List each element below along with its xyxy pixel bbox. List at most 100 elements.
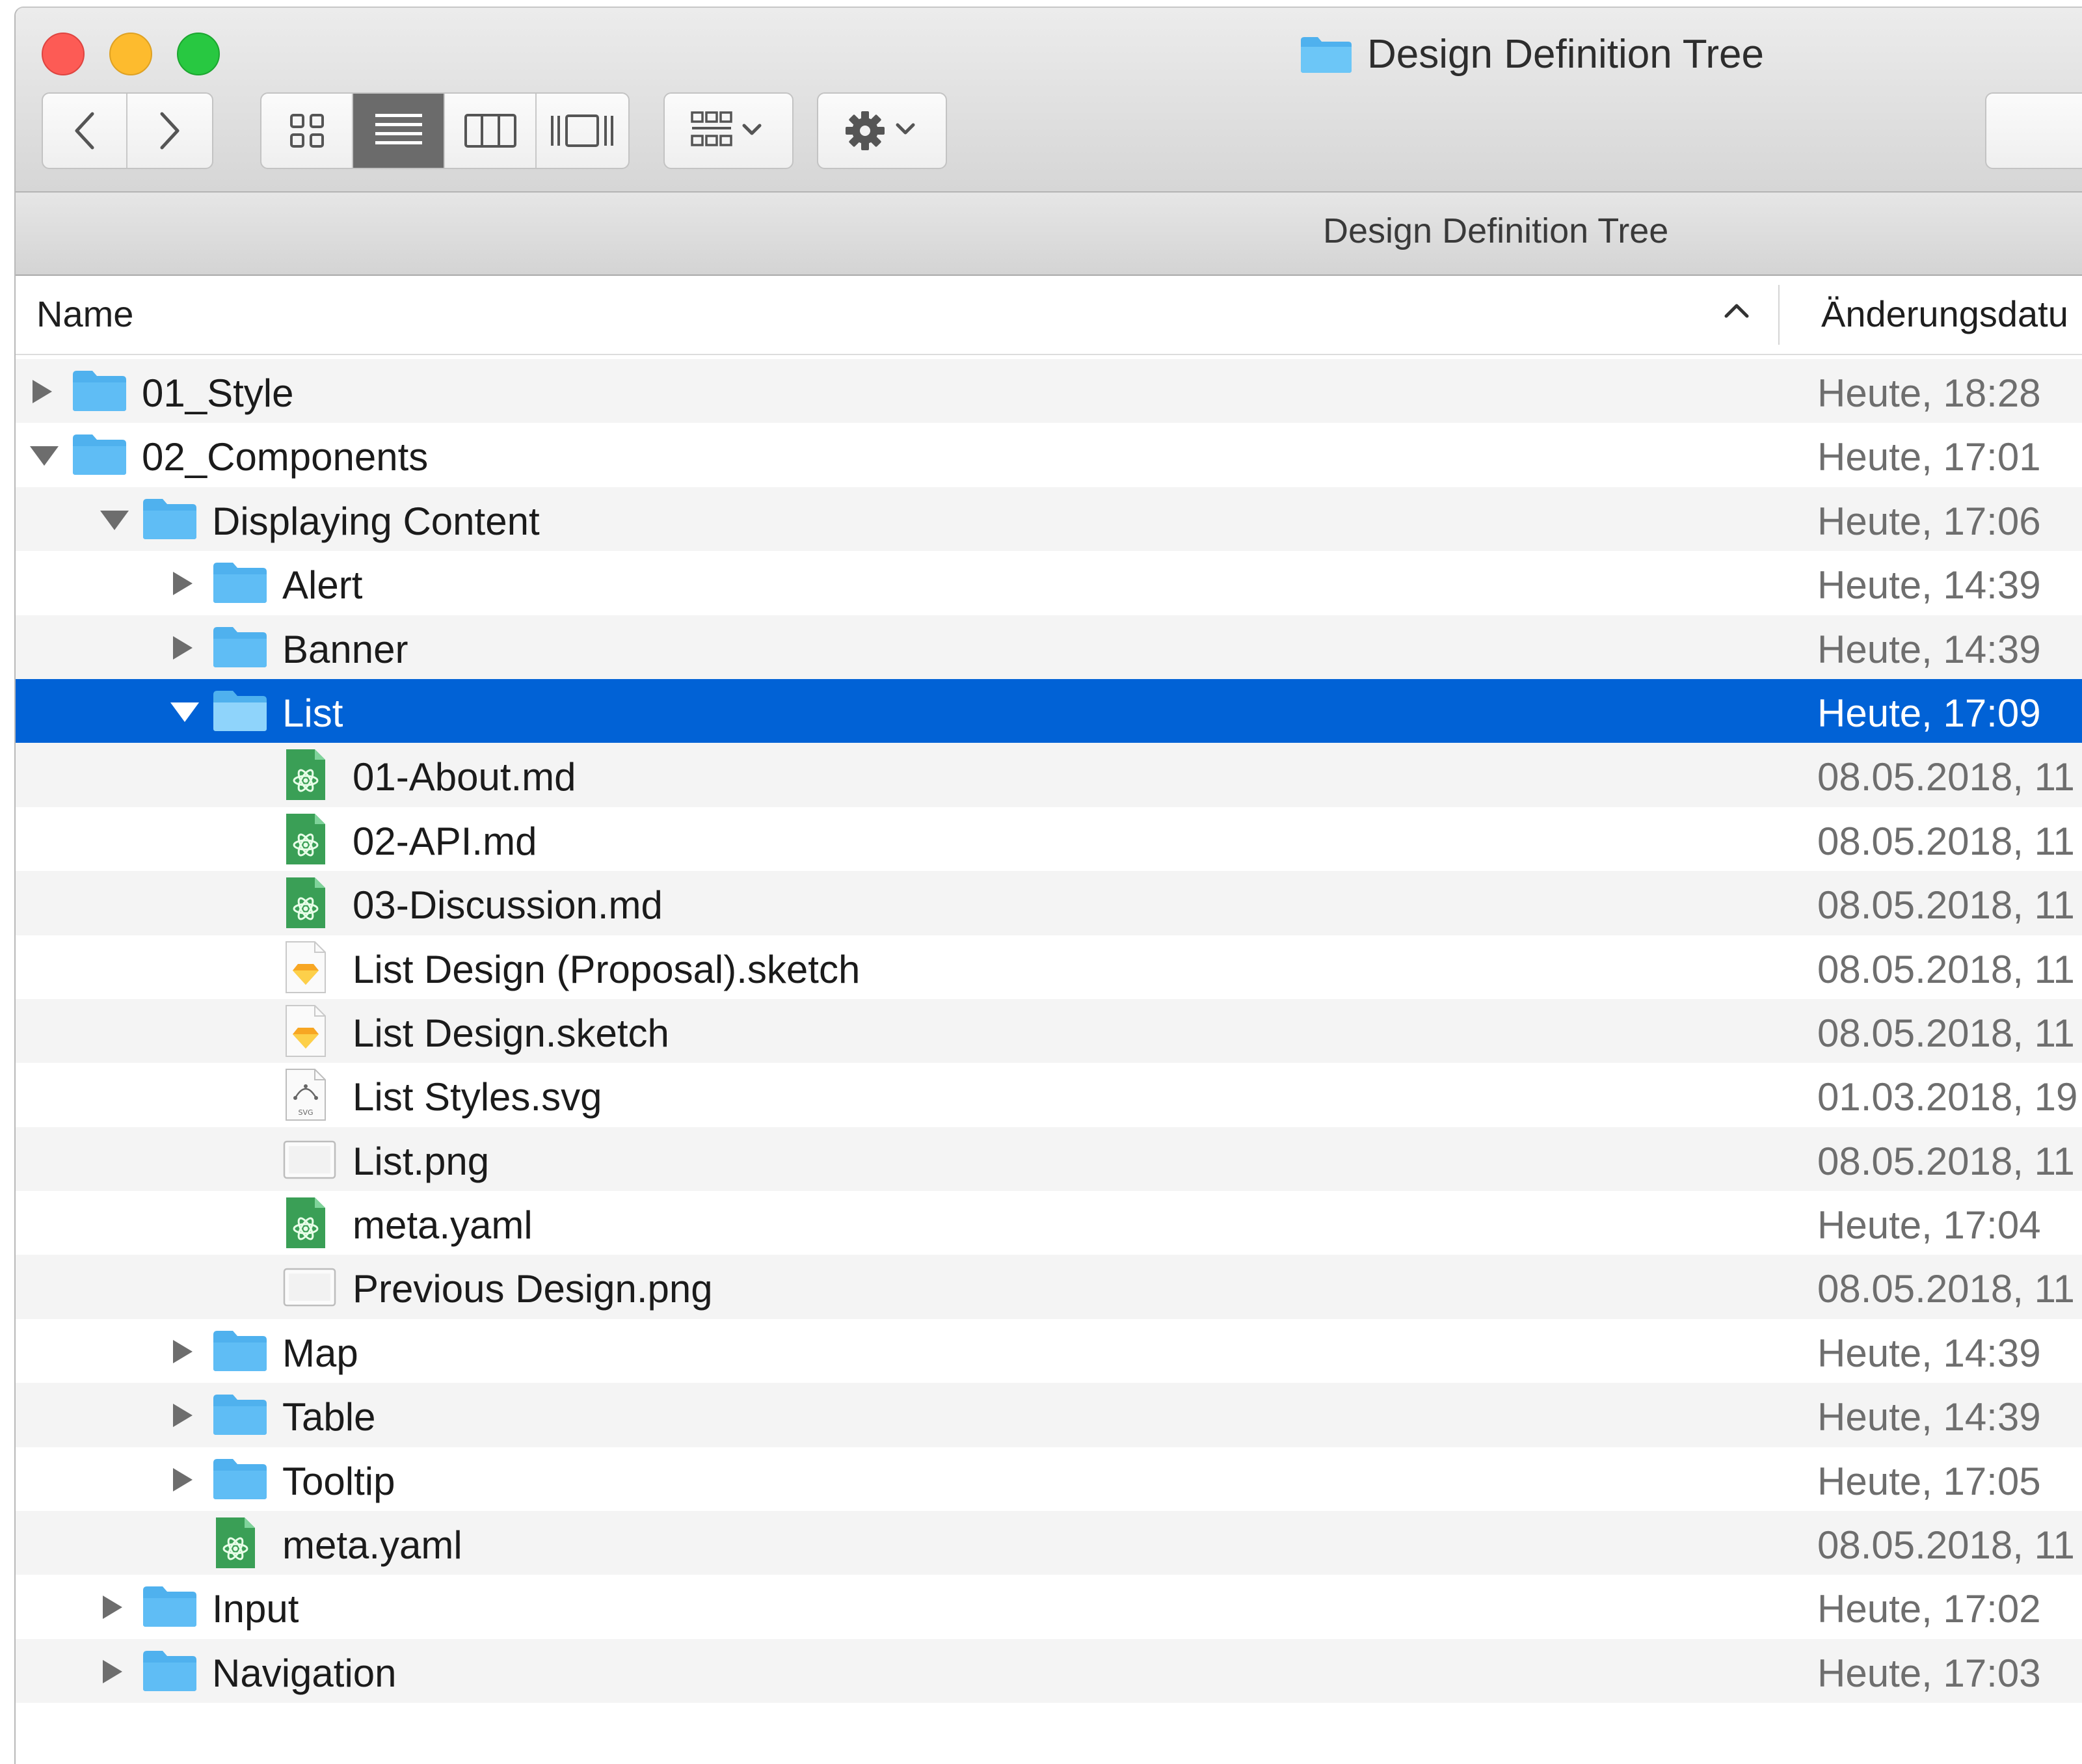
file-name: 02-API.md bbox=[353, 819, 537, 863]
file-name: Navigation bbox=[212, 1651, 397, 1695]
sketch-file-icon bbox=[286, 1004, 326, 1057]
column-divider[interactable] bbox=[1778, 285, 1780, 345]
disclosure-collapsed-icon[interactable] bbox=[168, 1467, 196, 1493]
cover-flow-button[interactable] bbox=[537, 94, 628, 168]
file-name: Map bbox=[282, 1331, 358, 1375]
file-list-row[interactable]: Banner Heute, 14:39 bbox=[16, 615, 2082, 679]
file-list-row[interactable]: 01_Style Heute, 18:28 bbox=[16, 359, 2082, 423]
file-list-row[interactable]: 01-About.md 08.05.2018, 11 bbox=[16, 743, 2082, 807]
toolbar-button-partial[interactable] bbox=[1985, 92, 2082, 169]
modified-date: Heute, 17:05 bbox=[1817, 1459, 2041, 1503]
cover-flow-icon bbox=[551, 114, 614, 147]
file-name: Previous Design.png bbox=[353, 1267, 713, 1311]
file-list-row[interactable]: List Heute, 17:09 bbox=[16, 678, 2082, 743]
file-list-row[interactable]: Displaying Content Heute, 17:06 bbox=[16, 487, 2082, 552]
modified-date: 08.05.2018, 11 bbox=[1817, 947, 2075, 991]
file-list-row[interactable]: meta.yaml Heute, 17:04 bbox=[16, 1191, 2082, 1255]
file-name: List.png bbox=[353, 1139, 490, 1183]
modified-date: Heute, 17:04 bbox=[1817, 1203, 2041, 1248]
list-view-button[interactable] bbox=[353, 94, 445, 168]
file-name: List Styles.svg bbox=[353, 1075, 602, 1119]
disclosure-expanded-icon[interactable] bbox=[98, 507, 131, 533]
disclosure-collapsed-icon[interactable] bbox=[168, 1402, 196, 1428]
group-by-button[interactable] bbox=[663, 92, 794, 169]
file-list-row[interactable]: Alert Heute, 14:39 bbox=[16, 551, 2082, 615]
disclosure-collapsed-icon[interactable] bbox=[168, 635, 196, 661]
navigation-buttons bbox=[42, 92, 213, 169]
column-view-button[interactable] bbox=[445, 94, 537, 168]
disclosure-collapsed-icon[interactable] bbox=[27, 379, 56, 405]
icon-view-icon bbox=[289, 114, 324, 148]
chevron-right-icon bbox=[160, 112, 180, 150]
window-title: Design Definition Tree bbox=[1300, 25, 1764, 83]
date-column-header[interactable]: Änderungsdatu bbox=[1821, 293, 2068, 335]
title-bar: Design Definition Tree bbox=[16, 8, 2082, 193]
file-list-row[interactable]: Map Heute, 14:39 bbox=[16, 1319, 2082, 1383]
file-list-row[interactable]: meta.yaml 08.05.2018, 11 bbox=[16, 1511, 2082, 1575]
modified-date: Heute, 14:39 bbox=[1817, 627, 2041, 671]
action-button[interactable] bbox=[817, 92, 947, 169]
file-list-row[interactable]: Tooltip Heute, 17:05 bbox=[16, 1447, 2082, 1511]
file-list-row[interactable]: Navigation Heute, 17:03 bbox=[16, 1638, 2082, 1704]
disclosure-expanded-icon[interactable] bbox=[168, 699, 202, 725]
icon-view-button[interactable] bbox=[261, 94, 353, 168]
modified-date: 08.05.2018, 11 bbox=[1817, 1011, 2075, 1055]
file-name: Alert bbox=[282, 563, 363, 608]
folder-icon bbox=[73, 434, 126, 475]
path-bar: Design Definition Tree bbox=[16, 193, 2082, 276]
modified-date: 08.05.2018, 11 bbox=[1817, 755, 2075, 799]
file-list-row[interactable]: Input Heute, 17:02 bbox=[16, 1575, 2082, 1638]
name-column-header[interactable]: Name bbox=[36, 293, 133, 335]
file-list: 01_Style Heute, 18:28 02_Components Heute, … bbox=[16, 359, 2082, 1704]
file-list-row[interactable]: Previous Design.png 08.05.2018, 11 bbox=[16, 1255, 2082, 1319]
chevron-left-icon bbox=[75, 112, 94, 150]
folder-icon bbox=[73, 371, 126, 411]
column-header: Name Änderungsdatu bbox=[16, 276, 2082, 355]
image-file-icon bbox=[283, 1140, 336, 1179]
modified-date: Heute, 17:09 bbox=[1817, 691, 2041, 735]
file-list-row[interactable]: List.png 08.05.2018, 11 bbox=[16, 1127, 2082, 1192]
file-list-row[interactable]: Table Heute, 14:39 bbox=[16, 1383, 2082, 1447]
close-window-button[interactable] bbox=[42, 33, 85, 75]
file-name: 01-About.md bbox=[353, 755, 576, 799]
disclosure-collapsed-icon[interactable] bbox=[168, 570, 196, 596]
modified-date: 08.05.2018, 11 bbox=[1817, 1523, 2075, 1568]
sort-ascending-icon[interactable] bbox=[1722, 301, 1751, 320]
back-button[interactable] bbox=[43, 94, 127, 168]
file-name: List Design.sketch bbox=[353, 1011, 669, 1055]
file-list-row[interactable]: 02-API.md 08.05.2018, 11 bbox=[16, 807, 2082, 871]
group-by-button-inner[interactable] bbox=[665, 94, 792, 168]
atom-file-icon bbox=[286, 877, 325, 929]
file-list-row[interactable]: 02_Components Heute, 17:01 bbox=[16, 423, 2082, 487]
atom-file-icon bbox=[286, 813, 325, 864]
disclosure-collapsed-icon[interactable] bbox=[98, 1594, 126, 1620]
disclosure-collapsed-icon[interactable] bbox=[168, 1339, 196, 1365]
action-button-inner[interactable] bbox=[818, 94, 946, 168]
disclosure-expanded-icon[interactable] bbox=[27, 442, 61, 468]
minimize-window-button[interactable] bbox=[109, 33, 152, 75]
file-list-row[interactable]: List Design.sketch 08.05.2018, 11 bbox=[16, 998, 2082, 1063]
file-name: meta.yaml bbox=[353, 1203, 533, 1248]
file-name: Banner bbox=[282, 627, 408, 671]
modified-date: Heute, 14:39 bbox=[1817, 1331, 2041, 1375]
disclosure-collapsed-icon[interactable] bbox=[98, 1659, 126, 1685]
modified-date: 08.05.2018, 11 bbox=[1817, 1139, 2075, 1183]
window-title-text: Design Definition Tree bbox=[1367, 31, 1764, 77]
file-name: List bbox=[282, 691, 343, 735]
file-list-row[interactable]: SVG List Styles.svg 01.03.2018, 19 bbox=[16, 1063, 2082, 1127]
modified-date: Heute, 18:28 bbox=[1817, 371, 2041, 415]
finder-window: Design Definition Tree Design Definition… bbox=[14, 7, 2082, 1764]
file-name: Table bbox=[282, 1395, 376, 1439]
folder-icon bbox=[213, 563, 267, 604]
modified-date: 08.05.2018, 11 bbox=[1817, 1267, 2075, 1311]
forward-button[interactable] bbox=[127, 94, 212, 168]
atom-file-icon bbox=[286, 749, 325, 801]
zoom-window-button[interactable] bbox=[177, 33, 220, 75]
svg-file-icon: SVG bbox=[286, 1069, 326, 1121]
modified-date: Heute, 17:06 bbox=[1817, 499, 2041, 543]
list-view-icon bbox=[375, 114, 422, 144]
svg-text:SVG: SVG bbox=[298, 1108, 313, 1117]
file-list-row[interactable]: List Design (Proposal).sketch 08.05.2018,… bbox=[16, 935, 2082, 999]
column-view-icon bbox=[464, 114, 516, 148]
file-list-row[interactable]: 03-Discussion.md 08.05.2018, 11 bbox=[16, 871, 2082, 935]
